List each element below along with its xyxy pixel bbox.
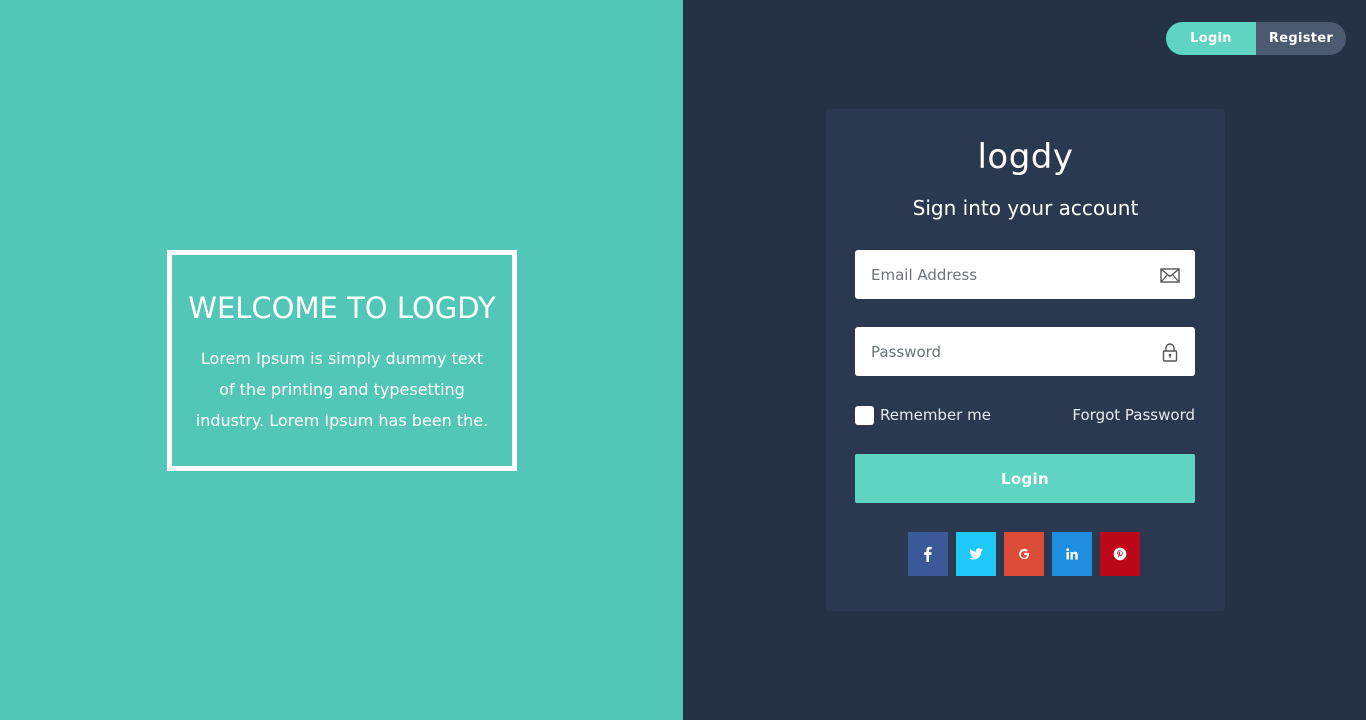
forgot-password-link[interactable]: Forgot Password — [1072, 405, 1195, 425]
google-icon — [1019, 548, 1030, 560]
facebook-button[interactable] — [908, 532, 948, 576]
welcome-box: WELCOME TO LOGDY Lorem Ipsum is simply d… — [167, 250, 517, 471]
lock-icon — [1159, 341, 1181, 363]
email-field — [855, 250, 1195, 299]
logo: logdy — [977, 137, 1074, 177]
remember-label: Remember me — [880, 406, 991, 424]
envelope-icon — [1159, 264, 1181, 286]
welcome-panel: WELCOME TO LOGDY Lorem Ipsum is simply d… — [0, 0, 683, 720]
linkedin-button[interactable] — [1052, 532, 1092, 576]
password-field — [855, 327, 1195, 376]
social-login-buttons — [908, 532, 1140, 576]
linkedin-icon — [1066, 548, 1078, 560]
pinterest-icon — [1113, 547, 1127, 561]
welcome-text: Lorem Ipsum is simply dummy text of the … — [195, 349, 489, 430]
nav-register-button[interactable]: Register — [1256, 22, 1346, 55]
pinterest-button[interactable] — [1100, 532, 1140, 576]
remember-me: Remember me — [855, 405, 991, 425]
remember-checkbox[interactable] — [855, 405, 874, 425]
form-title: Sign into your account — [912, 196, 1139, 220]
facebook-icon — [924, 546, 932, 562]
nav-login-button[interactable]: Login — [1166, 22, 1256, 55]
twitter-icon — [969, 548, 983, 560]
google-button[interactable] — [1004, 532, 1044, 576]
password-input[interactable] — [855, 327, 1195, 376]
welcome-title: WELCOME TO LOGDY — [188, 291, 496, 325]
email-input[interactable] — [855, 250, 1195, 299]
twitter-button[interactable] — [956, 532, 996, 576]
auth-toggle: Login Register — [1166, 22, 1346, 55]
login-button[interactable]: Login — [855, 454, 1195, 503]
login-card: logdy Sign into your account Remember me — [826, 109, 1225, 611]
